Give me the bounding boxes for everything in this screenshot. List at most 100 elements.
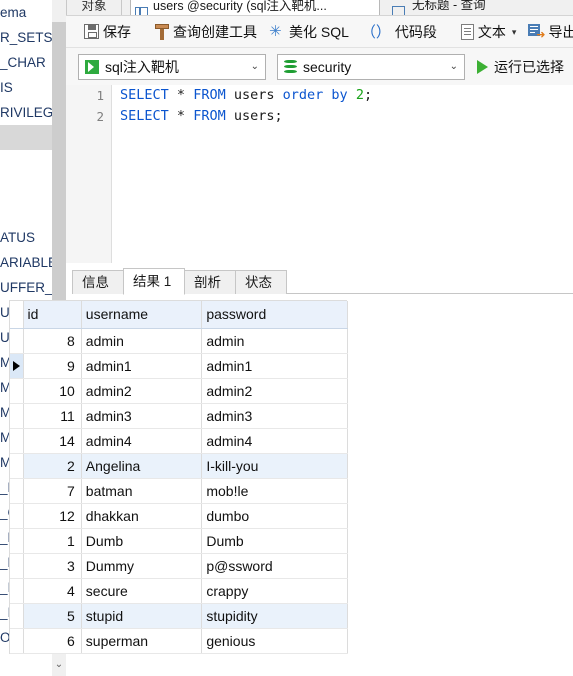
cell-username[interactable]: batman xyxy=(81,478,203,504)
cell-id[interactable]: 12 xyxy=(23,503,82,529)
schema-tree-item[interactable]: _CHAR xyxy=(0,50,52,75)
row-marker-cell[interactable] xyxy=(10,378,24,404)
cell-id[interactable]: 8 xyxy=(23,328,82,354)
editor-code-line[interactable]: SELECT * FROM users order by 2; xyxy=(120,85,573,106)
cell-password[interactable]: admin2 xyxy=(201,378,348,404)
cell-password[interactable]: admin3 xyxy=(201,403,348,429)
row-marker-cell[interactable] xyxy=(10,328,24,354)
cell-username[interactable]: stupid xyxy=(81,603,203,629)
sql-editor[interactable]: 12 SELECT * FROM users order by 2; SELECT… xyxy=(66,85,573,263)
cell-id[interactable]: 1 xyxy=(23,528,82,554)
cell-password[interactable]: admin1 xyxy=(201,353,348,379)
cell-username[interactable]: admin4 xyxy=(81,428,203,454)
cell-password[interactable]: admin xyxy=(201,328,348,354)
cell-password[interactable]: mob!le xyxy=(201,478,348,504)
cell-username[interactable]: Dumb xyxy=(81,528,203,554)
row-marker-cell[interactable] xyxy=(10,428,24,454)
cell-username[interactable]: admin xyxy=(81,328,203,354)
table-row[interactable]: 1 Dumb Dumb xyxy=(10,528,348,554)
cell-password[interactable]: genious xyxy=(201,628,348,654)
results-grid[interactable]: id username password 8 admin admin 9 admin1 a… xyxy=(9,300,348,654)
table-row[interactable]: 12 dhakkan dumbo xyxy=(10,503,348,529)
results-tabstrip[interactable]: 信息 结果 1 剖析 状态 xyxy=(72,268,573,295)
chevron-down-icon[interactable]: ⌄ xyxy=(52,656,66,674)
column-header-username[interactable]: username xyxy=(81,301,203,329)
editor-code-line[interactable]: SELECT * FROM users; xyxy=(120,106,573,127)
schema-tree-item[interactable]: RIVILEG xyxy=(0,100,52,125)
table-row[interactable]: 9 admin1 admin1 xyxy=(10,353,348,379)
table-row[interactable]: 3 Dummy p@ssword xyxy=(10,553,348,579)
save-button[interactable]: 保存 xyxy=(78,18,137,46)
database-select[interactable]: security ⌄ xyxy=(277,53,465,80)
row-marker-cell[interactable] xyxy=(10,528,24,554)
row-marker-cell[interactable] xyxy=(10,453,24,479)
table-row[interactable]: 7 batman mob!le xyxy=(10,478,348,504)
row-marker-cell[interactable] xyxy=(10,553,24,579)
table-row[interactable]: 14 admin4 admin4 xyxy=(10,428,348,454)
export-button[interactable]: ➜ 导出 xyxy=(522,18,573,46)
cell-password[interactable]: p@ssword xyxy=(201,553,348,579)
results-tab[interactable]: 状态 xyxy=(235,270,287,294)
schema-tree-item[interactable]: UFFER_P xyxy=(0,275,52,300)
table-row[interactable]: 6 superman genious xyxy=(10,628,348,654)
chevron-down-icon-database[interactable]: ⌄ xyxy=(450,61,458,72)
cell-id[interactable]: 5 xyxy=(23,603,82,629)
tab-object[interactable]: 对象 xyxy=(66,0,122,15)
cell-username[interactable]: superman xyxy=(81,628,203,654)
cell-id[interactable]: 10 xyxy=(23,378,82,404)
table-row[interactable]: 11 admin3 admin3 xyxy=(10,403,348,429)
row-marker-cell[interactable] xyxy=(10,628,24,654)
table-row[interactable]: 2 Angelina I-kill-you xyxy=(10,453,348,479)
cell-username[interactable]: admin2 xyxy=(81,378,203,404)
run-selected-button[interactable]: 运行已选择 xyxy=(477,57,564,77)
cell-username[interactable]: admin1 xyxy=(81,353,203,379)
chevron-down-icon-connection[interactable]: ⌄ xyxy=(251,61,259,72)
cell-username[interactable]: secure xyxy=(81,578,203,604)
row-marker-cell[interactable] xyxy=(10,403,24,429)
code-snippet-button[interactable]: （） 代码段 xyxy=(355,18,443,46)
chevron-down-icon-text[interactable]: ▾ xyxy=(512,27,517,38)
query-builder-button[interactable]: 查询创建工具 xyxy=(149,18,263,46)
row-marker-cell[interactable] xyxy=(10,478,24,504)
cell-id[interactable]: 2 xyxy=(23,453,82,479)
table-row[interactable]: 8 admin admin xyxy=(10,328,348,354)
table-row[interactable]: 10 admin2 admin2 xyxy=(10,378,348,404)
cell-username[interactable]: Angelina xyxy=(81,453,203,479)
cell-id[interactable]: 9 xyxy=(23,353,82,379)
schema-tree-item[interactable]: ARIABLE xyxy=(0,250,52,275)
cell-password[interactable]: crappy xyxy=(201,578,348,604)
cell-id[interactable]: 4 xyxy=(23,578,82,604)
row-marker-cell[interactable] xyxy=(10,603,24,629)
table-row[interactable]: 5 stupid stupidity xyxy=(10,603,348,629)
column-header-id[interactable]: id xyxy=(23,301,82,329)
cell-password[interactable]: I-kill-you xyxy=(201,453,348,479)
results-tab[interactable]: 信息 xyxy=(72,270,124,294)
schema-tree-item[interactable]: R_SETS xyxy=(0,25,52,50)
cell-password[interactable]: Dumb xyxy=(201,528,348,554)
cell-password[interactable]: dumbo xyxy=(201,503,348,529)
schema-tree-item[interactable]: ATUS xyxy=(0,225,52,250)
editor-code-area[interactable]: SELECT * FROM users order by 2; SELECT * … xyxy=(112,85,573,263)
document-tabstrip[interactable]: 对象 users @security (sql注入靶机... 无标题 - 查询 xyxy=(66,0,573,16)
schema-tree-item[interactable]: IS xyxy=(0,75,52,100)
query-toolbar[interactable]: 保存 查询创建工具 ✳ 美化 SQL （） 代码段 文本 ▾ ➜ 导 xyxy=(66,16,573,48)
results-tab[interactable]: 剖析 xyxy=(184,270,236,294)
cell-password[interactable]: stupidity xyxy=(201,603,348,629)
cell-username[interactable]: admin3 xyxy=(81,403,203,429)
results-tab[interactable]: 结果 1 xyxy=(123,268,185,295)
cell-id[interactable]: 14 xyxy=(23,428,82,454)
beautify-sql-button[interactable]: ✳ 美化 SQL xyxy=(263,18,355,46)
column-header-password[interactable]: password xyxy=(201,301,348,329)
row-marker-cell[interactable] xyxy=(10,353,24,379)
cell-username[interactable]: dhakkan xyxy=(81,503,203,529)
cell-id[interactable]: 11 xyxy=(23,403,82,429)
tab-untitled-query[interactable]: 无标题 - 查询 xyxy=(388,0,568,15)
connection-select[interactable]: sql注入靶机 ⌄ xyxy=(78,53,266,80)
row-marker-cell[interactable] xyxy=(10,578,24,604)
table-row[interactable]: 4 secure crappy xyxy=(10,578,348,604)
row-marker-cell[interactable] xyxy=(10,503,24,529)
results-body[interactable]: 8 admin admin 9 admin1 admin1 10 admin2 admin2 11… xyxy=(10,328,348,654)
tab-query-users-security[interactable]: users @security (sql注入靶机... xyxy=(130,0,380,15)
text-view-button[interactable]: 文本 ▾ xyxy=(455,18,523,46)
cell-password[interactable]: admin4 xyxy=(201,428,348,454)
